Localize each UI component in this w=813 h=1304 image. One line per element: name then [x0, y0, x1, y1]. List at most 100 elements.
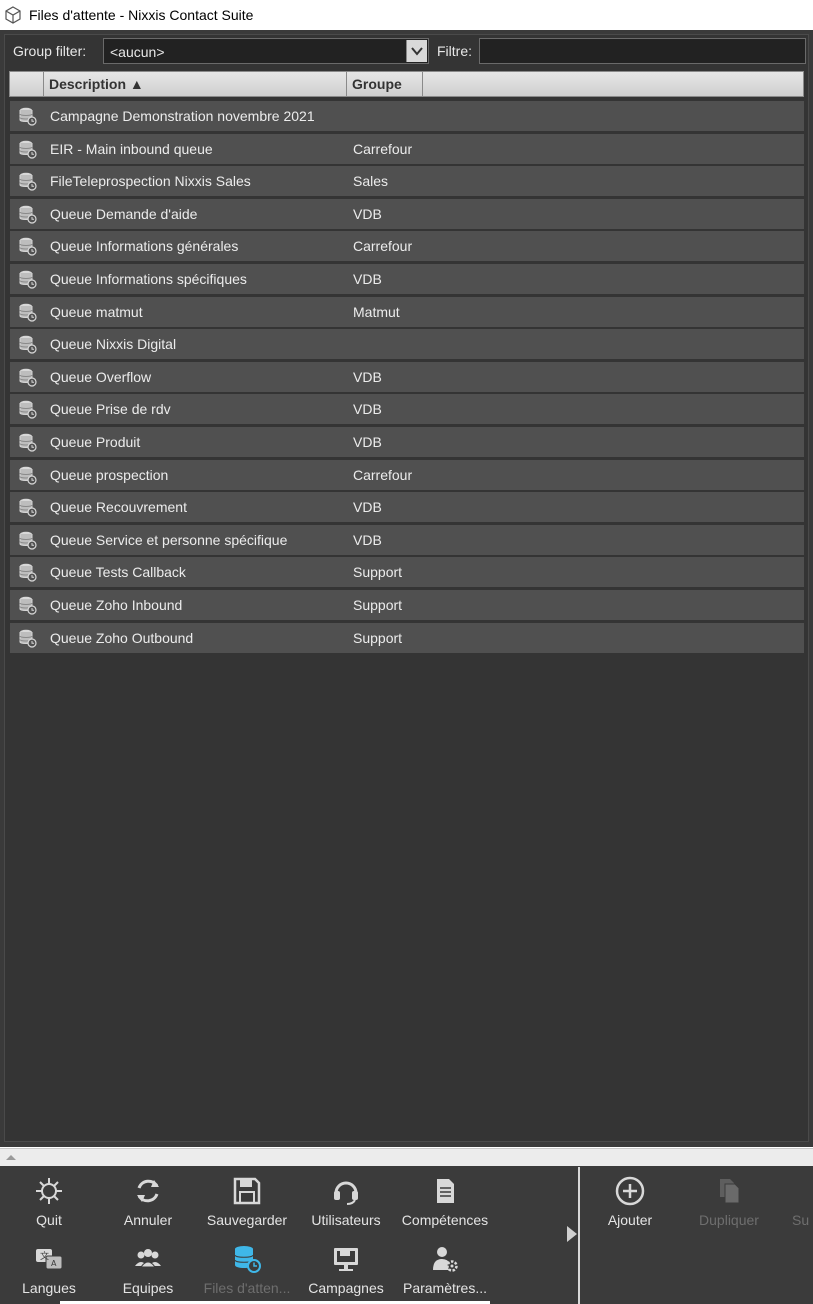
header-groupe[interactable]: Groupe [347, 72, 423, 96]
row-description: Queue Nixxis Digital [50, 336, 177, 353]
title-bar: Files d'attente - Nixxis Contact Suite [0, 0, 813, 30]
queue-icon [19, 140, 37, 159]
table-row[interactable]: Queue Overflow VDB [10, 361, 804, 392]
table-row[interactable]: Queue Tests Callback Support [10, 557, 804, 588]
table-row[interactable]: Queue Zoho Inbound Support [10, 589, 804, 620]
table-row[interactable]: Queue Service et personne spécifique VDB [10, 524, 804, 555]
queue-icon [19, 303, 37, 322]
delete-label: Su [792, 1212, 810, 1228]
users-button[interactable]: Utilisateurs [297, 1166, 395, 1230]
ribbon-expand-arrow-icon[interactable] [567, 1226, 577, 1242]
settings-button[interactable]: Paramètres... [396, 1234, 494, 1298]
row-description: Queue Informations spécifiques [50, 270, 247, 287]
duplicate-icon [720, 1179, 740, 1204]
cube-icon [5, 6, 21, 24]
row-description: Queue Prise de rdv [50, 401, 171, 418]
monitor-icon [334, 1248, 358, 1271]
row-groupe: VDB [353, 433, 382, 450]
queue-icon [19, 401, 37, 419]
table-row[interactable]: Queue Zoho Outbound Support [10, 622, 804, 653]
quit-label: Quit [36, 1212, 62, 1228]
table-row[interactable]: FileTeleprospection Nixxis Sales Sales [10, 166, 804, 197]
queues-button[interactable]: Files d'atten... [198, 1234, 296, 1298]
table-row[interactable]: Queue Recouvrement VDB [10, 492, 804, 523]
chevron-down-icon[interactable] [406, 40, 427, 62]
row-description: Queue Zoho Outbound [50, 629, 194, 646]
save-icon [233, 1177, 261, 1205]
row-groupe: VDB [353, 368, 382, 385]
add-button[interactable]: Ajouter [581, 1166, 679, 1230]
table-row[interactable]: Queue prospection Carrefour [10, 459, 804, 490]
filter-label: Filtre: [437, 43, 472, 59]
queue-icon [234, 1246, 261, 1273]
cancel-button[interactable]: Annuler [99, 1166, 197, 1230]
skills-button[interactable]: Compétences [396, 1166, 494, 1230]
language-icon: 文 A [36, 1249, 63, 1270]
row-groupe: VDB [353, 499, 382, 516]
table-row[interactable]: Queue Informations spécifiques VDB [10, 263, 804, 294]
teams-button[interactable]: Equipes [99, 1234, 197, 1298]
row-description: Queue Service et personne spécifique [50, 531, 288, 548]
table-row[interactable]: Queue Produit VDB [10, 426, 804, 457]
queue-icon [19, 172, 37, 191]
quit-button[interactable]: Quit [0, 1166, 98, 1230]
duplicate-button[interactable]: Dupliquer [680, 1166, 778, 1230]
header-description[interactable]: Description ▲ [44, 72, 347, 96]
quit-icon [36, 1178, 62, 1204]
ribbon-splitter[interactable] [0, 1148, 813, 1166]
queue-icon [19, 238, 37, 256]
row-groupe: VDB [353, 531, 382, 548]
row-groupe: Matmut [353, 303, 400, 320]
skills-label: Compétences [401, 1212, 489, 1228]
row-description: Queue Zoho Inbound [50, 596, 183, 613]
row-groupe: VDB [353, 401, 382, 418]
queue-list: Campagne Demonstration novembre 2021 EIR… [10, 101, 804, 655]
queue-icon [19, 564, 37, 582]
queue-icon [19, 107, 37, 126]
team-icon [135, 1249, 161, 1268]
queue-icon [19, 368, 37, 387]
queue-icon [19, 498, 37, 517]
collapse-arrow-icon[interactable] [6, 1155, 16, 1160]
document-icon [437, 1179, 454, 1203]
row-description: Queue Recouvrement [50, 499, 187, 516]
queue-icon [19, 270, 37, 289]
row-description: Queue Informations générales [50, 238, 239, 255]
users-label: Utilisateurs [311, 1212, 381, 1228]
header-icon-column[interactable] [10, 72, 44, 96]
user-settings-icon [433, 1247, 458, 1272]
queue-icon [19, 629, 37, 648]
window-title: Files d'attente - Nixxis Contact Suite [29, 7, 254, 23]
queue-icon [19, 335, 37, 354]
table-row[interactable]: Queue Nixxis Digital [10, 329, 804, 360]
ribbon-separator [578, 1167, 580, 1304]
table-header: Description ▲ Groupe [9, 71, 804, 97]
row-description: Queue Tests Callback [50, 564, 186, 581]
teams-label: Equipes [122, 1280, 174, 1296]
group-filter-select[interactable]: <aucun> [103, 38, 429, 64]
queues-label: Files d'atten... [203, 1280, 291, 1296]
row-description: Queue prospection [50, 466, 169, 483]
cancel-label: Annuler [123, 1212, 173, 1228]
delete-button[interactable]: Su [779, 1166, 813, 1230]
filter-input[interactable] [479, 38, 806, 64]
row-description: Queue matmut [50, 303, 143, 320]
table-row[interactable]: EIR - Main inbound queue Carrefour [10, 133, 804, 164]
table-row[interactable]: Queue matmut Matmut [10, 296, 804, 327]
table-row[interactable]: Queue Demande d'aide VDB [10, 198, 804, 229]
campaigns-button[interactable]: Campagnes [297, 1234, 395, 1298]
languages-button[interactable]: 文 A Langues [0, 1234, 98, 1298]
svg-text:A: A [51, 1259, 57, 1268]
table-row[interactable]: Queue Informations générales Carrefour [10, 231, 804, 262]
row-groupe: Support [353, 596, 403, 613]
group-filter-value: <aucun> [110, 44, 165, 60]
table-row[interactable]: Campagne Demonstration novembre 2021 [10, 101, 804, 131]
add-label: Ajouter [607, 1212, 653, 1228]
table-row[interactable]: Queue Prise de rdv VDB [10, 394, 804, 425]
settings-label: Paramètres... [402, 1280, 488, 1296]
row-groupe: Support [353, 564, 403, 581]
save-label: Sauvegarder [206, 1212, 288, 1228]
save-button[interactable]: Sauvegarder [198, 1166, 296, 1230]
row-groupe: Support [353, 629, 403, 646]
group-filter-label: Group filter: [13, 43, 87, 59]
